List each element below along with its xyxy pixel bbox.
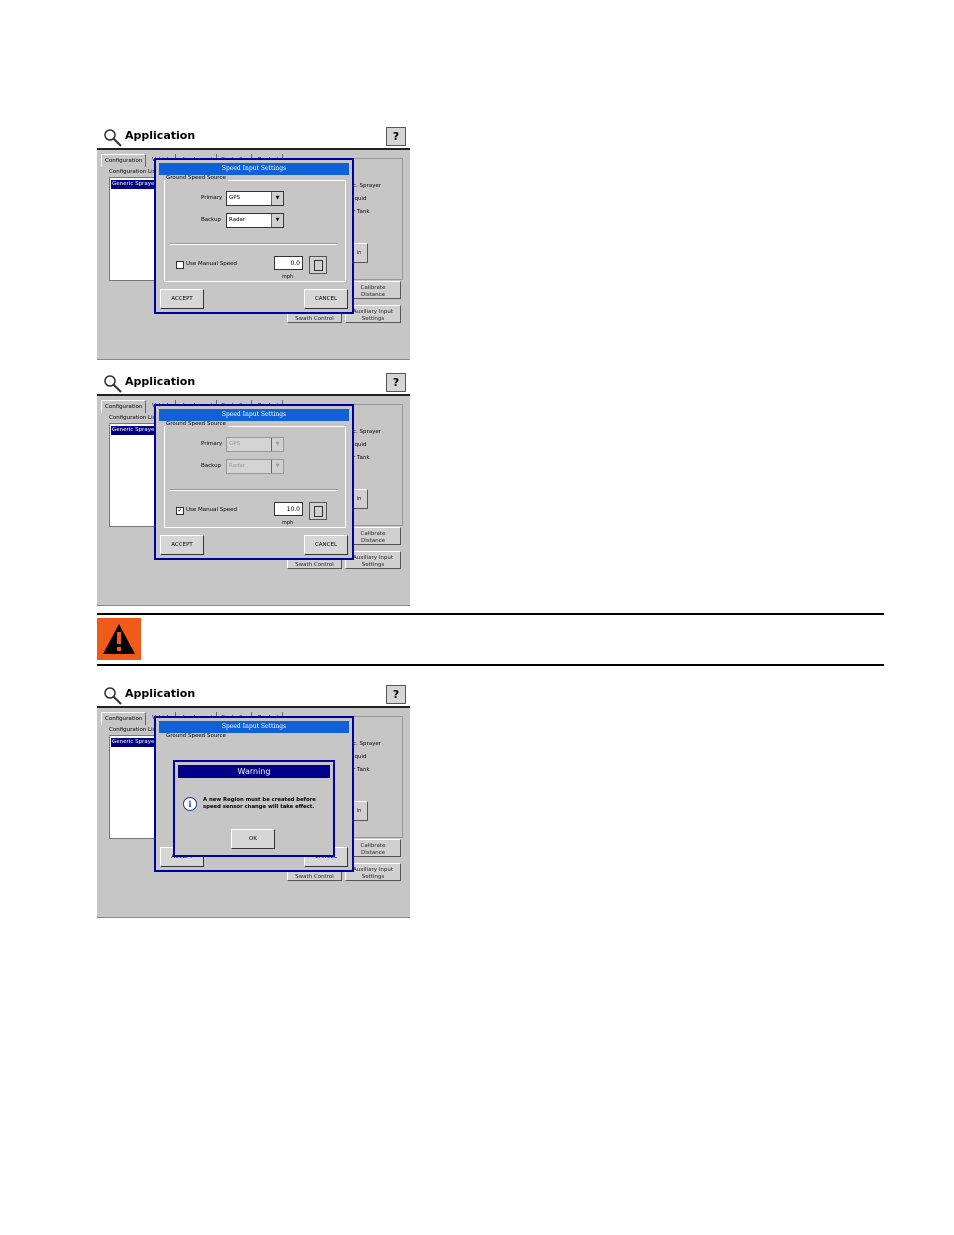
manual-speed-input[interactable]: 0.0: [274, 256, 303, 270]
warning-title: Warning: [178, 765, 330, 778]
accept-button[interactable]: ACCEPT: [160, 289, 204, 309]
config-list-label: Configuration List: [109, 169, 158, 175]
app-title: Application: [125, 129, 196, 142]
list-item[interactable]: Generic Sprayer: [111, 738, 158, 747]
detail-text: r Tank: [353, 767, 370, 773]
speed-unit: mph: [282, 520, 294, 526]
tab-configuration[interactable]: Configuration: [101, 712, 147, 725]
primary-value: GPS: [229, 195, 241, 201]
main-panel: Configuration Vehicle Implement Controll…: [97, 396, 410, 606]
wrench-icon: [104, 129, 122, 147]
main-panel: Configuration Vehicle Implement Controll…: [97, 708, 410, 918]
chevron-down-icon[interactable]: ▼: [271, 192, 283, 205]
wrench-icon: [104, 375, 122, 393]
help-button[interactable]: ?: [386, 685, 406, 704]
warning-badge: [97, 618, 141, 660]
detail-text: c. Sprayer: [353, 183, 382, 189]
manual-speed-label: Use Manual Speed: [186, 507, 237, 513]
warning-triangle-icon: [103, 624, 135, 654]
config-list-label: Configuration List: [109, 415, 158, 421]
info-icon: i: [183, 797, 197, 811]
app-header: Application ?: [97, 685, 410, 705]
calculator-icon: [314, 260, 323, 271]
list-item[interactable]: Generic Sprayer: [111, 426, 158, 435]
screenshot-2: Application ? Configuration Vehicle Impl…: [97, 373, 410, 606]
tab-configuration[interactable]: Configuration: [101, 154, 147, 167]
app-title: Application: [125, 375, 196, 388]
detail-text: r Tank: [353, 209, 370, 215]
cancel-button[interactable]: CANCEL: [304, 535, 348, 555]
group-label: Ground Speed Source: [166, 733, 228, 739]
detail-text: iquid: [353, 196, 367, 202]
divider-bottom: [97, 664, 884, 666]
detail-text: r Tank: [353, 455, 370, 461]
detail-text: c. Sprayer: [353, 741, 382, 747]
primary-label: Primary: [201, 441, 223, 447]
primary-select[interactable]: GPS ▼: [226, 191, 284, 206]
dialog-title: Speed Input Settings: [159, 721, 349, 733]
warning-message: A new Region must be created before spee…: [203, 797, 316, 810]
app-header: Application ?: [97, 127, 410, 147]
calculator-button[interactable]: [309, 256, 327, 274]
backup-label: Backup: [201, 463, 222, 469]
tab-configuration[interactable]: Configuration: [101, 400, 147, 413]
separator: [170, 243, 338, 245]
group-label: Ground Speed Source: [166, 421, 228, 427]
calculator-icon: [314, 506, 323, 517]
manual-speed-checkbox[interactable]: [176, 261, 184, 269]
app-title: Application: [125, 687, 196, 700]
speed-input-dialog: Speed Input Settings Ground Speed Source…: [154, 158, 354, 314]
list-item[interactable]: Generic Sprayer: [111, 180, 158, 189]
chevron-down-icon: ▼: [271, 460, 283, 473]
manual-speed-label: Use Manual Speed: [186, 261, 237, 267]
detail-text: iquid: [353, 442, 367, 448]
manual-speed-checkbox[interactable]: ✓: [176, 507, 184, 515]
divider-top: [97, 613, 884, 615]
primary-select: GPS ▼: [226, 437, 284, 452]
speed-input-dialog: Speed Input Settings Ground Speed Source…: [154, 404, 354, 560]
primary-label: Primary: [201, 195, 223, 201]
accept-button[interactable]: ACCEPT: [160, 535, 204, 555]
help-button[interactable]: ?: [386, 373, 406, 392]
ok-button[interactable]: OK: [231, 829, 275, 849]
speed-unit: mph: [282, 274, 294, 280]
backup-value: Radar: [229, 217, 246, 223]
dialog-title: Speed Input Settings: [159, 409, 349, 421]
screenshot-3: Application ? Configuration Vehicle Impl…: [97, 685, 410, 918]
chevron-down-icon: ▼: [271, 438, 283, 451]
group-label: Ground Speed Source: [166, 175, 228, 181]
primary-value: GPS: [229, 441, 241, 447]
backup-select[interactable]: Radar ▼: [226, 213, 284, 228]
manual-speed-input[interactable]: 10.0: [274, 502, 303, 516]
dialog-title: Speed Input Settings: [159, 163, 349, 175]
warning-dialog: Warning i A new Region must be created b…: [173, 760, 335, 857]
chevron-down-icon[interactable]: ▼: [271, 214, 283, 227]
cancel-button[interactable]: CANCEL: [304, 289, 348, 309]
help-button[interactable]: ?: [386, 127, 406, 146]
main-panel: Configuration Vehicle Implement Controll…: [97, 150, 410, 360]
config-list-label: Configuration List: [109, 727, 158, 733]
backup-select: Radar ▼: [226, 459, 284, 474]
separator: [170, 489, 338, 491]
app-header: Application ?: [97, 373, 410, 393]
calculator-button[interactable]: [309, 502, 327, 520]
config-list[interactable]: Generic Sprayer: [109, 735, 159, 839]
config-list[interactable]: Generic Sprayer: [109, 177, 159, 281]
backup-value: Radar: [229, 463, 246, 469]
detail-text: iquid: [353, 754, 367, 760]
screenshot-1: Application ? Configuration Vehicle Impl…: [97, 127, 410, 360]
backup-label: Backup: [201, 217, 222, 223]
wrench-icon: [104, 687, 122, 705]
config-list[interactable]: Generic Sprayer: [109, 423, 159, 527]
detail-text: c. Sprayer: [353, 429, 382, 435]
